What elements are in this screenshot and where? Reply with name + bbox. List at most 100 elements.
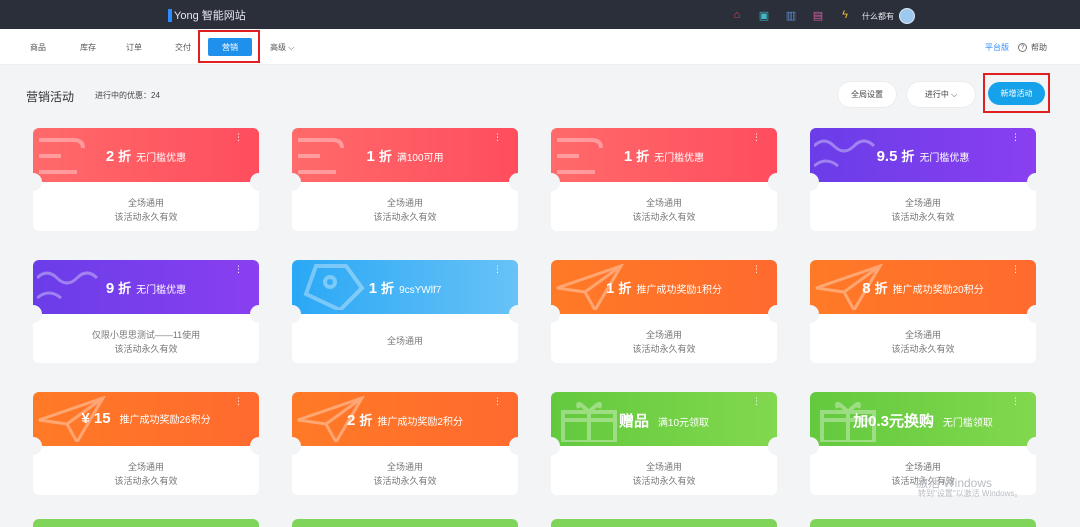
coupon-scope: 全场通用 — [386, 462, 423, 472]
coupon-scope: 全场通用 — [127, 198, 164, 208]
coupon-card-header: ⋮ 加0.3元换购 无门槛领取 — [810, 392, 1036, 446]
coupon-card[interactable]: ⋮ 8 折推广成功奖励20积分 全场通用 该活动永久有效 — [801, 260, 1045, 363]
coupon-description: 无门槛优惠 — [654, 153, 705, 164]
nav-item-advanced[interactable]: 高级 ⌵ — [270, 42, 294, 53]
store-icon[interactable]: ▣ — [755, 6, 773, 24]
more-options-icon[interactable]: ⋮ — [752, 264, 761, 275]
more-options-icon[interactable]: ⋮ — [1011, 264, 1020, 275]
more-options-icon[interactable]: ⋮ — [493, 132, 502, 143]
coupon-description: 推广成功奖励2积分 — [377, 417, 463, 428]
more-options-icon[interactable]: ⋮ — [234, 396, 243, 407]
platform-link[interactable]: 平台版 — [985, 42, 1009, 53]
nav-item-orders[interactable]: 订单 — [126, 42, 142, 53]
coupon-card-header: ⋮ 赠品 满10元领取 — [551, 392, 777, 446]
coupon-value: 1 — [368, 280, 378, 297]
nav-item-marketing[interactable]: 营销 — [208, 38, 252, 56]
user-menu[interactable]: 什么都有 — [862, 8, 915, 24]
nav-item-inventory[interactable]: 库存 — [80, 42, 96, 53]
coupon-description: 满100可用 — [396, 153, 444, 164]
coupon-description: 无门槛优惠 — [919, 153, 970, 164]
coupon-card[interactable]: ⋮ 1 折 9csYWlf7 全场通用 — [283, 260, 527, 363]
ticket-notch — [250, 305, 268, 323]
coupon-value: 加0.3元换购 — [853, 413, 934, 430]
help-link[interactable]: ? 帮助 — [1018, 42, 1047, 53]
coupon-unit: 折 — [636, 149, 650, 164]
coupon-card-body: 全场通用 该活动永久有效 — [33, 446, 259, 495]
calendar-icon[interactable]: ▤ — [809, 6, 827, 24]
ticket-notch — [24, 437, 42, 455]
coupon-card[interactable]: ⋮ 2 折推广成功奖励2积分 全场通用 该活动永久有效 — [283, 392, 527, 495]
new-activity-button[interactable]: 新增活动 — [988, 82, 1045, 105]
coupon-title: 1 折 9csYWlf7 — [292, 278, 518, 298]
ticket-notch — [509, 305, 527, 323]
coupon-scope: 全场通用 — [127, 462, 164, 472]
coupon-validity: 该活动永久有效 — [891, 212, 955, 222]
nav-item-delivery[interactable]: 交付 — [175, 42, 191, 53]
coupon-value: 1 — [366, 148, 375, 165]
coupon-card[interactable]: ⋮ 赠品 满10元领取 全场通用 该活动永久有效 — [542, 392, 786, 495]
coupon-scope: 全场通用 — [904, 330, 941, 340]
coupon-card[interactable]: ⋮ 1 折无门槛优惠 全场通用 该活动永久有效 — [542, 128, 786, 231]
coupon-card[interactable]: ⋮ 1 折满100可用 全场通用 该活动永久有效 — [283, 128, 527, 231]
coupon-description: 无门槛优惠 — [136, 285, 187, 296]
lightning-icon[interactable]: ϟ — [836, 6, 854, 24]
avatar[interactable] — [899, 8, 915, 24]
building-icon[interactable]: ▥ — [782, 6, 800, 24]
more-options-icon[interactable]: ⋮ — [1011, 132, 1020, 143]
coupon-card-body: 全场通用 该活动永久有效 — [292, 182, 518, 231]
nav-item-advanced-label: 高级 — [270, 43, 286, 52]
coupon-card[interactable]: ⋮ 9.5 折无门槛优惠 全场通用 该活动永久有效 — [801, 128, 1045, 231]
coupon-card[interactable]: ⋮ 1 折推广成功奖励1积分 全场通用 该活动永久有效 — [542, 260, 786, 363]
coupon-value: 9.5 — [876, 148, 898, 165]
coupon-validity: 该活动永久有效 — [373, 476, 437, 486]
coupon-unit: 折 — [118, 281, 132, 296]
coupon-title: 8 折推广成功奖励20积分 — [810, 278, 1036, 298]
ticket-notch — [768, 305, 786, 323]
more-options-icon[interactable]: ⋮ — [493, 396, 502, 407]
ticket-notch — [542, 173, 560, 191]
more-options-icon[interactable]: ⋮ — [752, 396, 761, 407]
ticket-notch — [1027, 305, 1045, 323]
site-logo[interactable]: Yong 智能网站 — [168, 7, 246, 23]
ticket-notch — [509, 437, 527, 455]
coupon-description: 9csYWlf7 — [399, 285, 442, 296]
ticket-notch — [509, 173, 527, 191]
ticket-notch — [768, 437, 786, 455]
coupon-card-header: ⋮ 8 折推广成功奖励20积分 — [810, 260, 1036, 314]
status-filter-dropdown[interactable]: 进行中 ⌵ — [907, 82, 975, 107]
coupon-card-body: 全场通用该活动永久有效 — [33, 182, 259, 231]
coupon-card-header: ⋮ 9 折无门槛优惠 — [33, 260, 259, 314]
more-options-icon[interactable]: ⋮ — [234, 264, 243, 275]
coupon-scope: 全场通用 — [904, 198, 941, 208]
more-options-icon[interactable]: ⋮ — [1011, 396, 1020, 407]
global-settings-button[interactable]: 全局设置 — [838, 82, 896, 107]
coupon-card[interactable]: ⋮ ¥ 15 推广成功奖励26积分全场通用 该活动永久有效 — [24, 392, 268, 495]
more-options-icon[interactable]: ⋮ — [752, 132, 761, 143]
coupon-unit: 折 — [618, 281, 632, 296]
home-icon[interactable]: ⌂ — [728, 6, 746, 24]
coupon-description: 无门槛优惠 — [136, 153, 187, 164]
coupon-description: 无门槛领取 — [942, 418, 993, 429]
coupon-description: 推广成功奖励20积分 — [892, 285, 984, 296]
top-bar: Yong 智能网站 ⌂ ▣ ▥ ▤ ϟ 什么都有 — [0, 0, 1080, 29]
ticket-notch — [542, 437, 560, 455]
coupon-validity: 该活动永久有效 — [632, 212, 696, 222]
nav-item-products[interactable]: 商品 — [30, 42, 46, 53]
coupon-value: 8 — [862, 280, 871, 297]
ticket-notch — [801, 305, 819, 323]
coupon-validity: 该活动永久有效 — [114, 212, 178, 222]
coupon-card-partial — [551, 519, 777, 527]
coupon-card-header: ⋮ 1 折推广成功奖励1积分 — [551, 260, 777, 314]
coupon-title: ¥ 15 推广成功奖励26积分 — [33, 410, 259, 428]
coupon-card[interactable]: ⋮ 2 折无门槛优惠 全场通用 该活动永久有效 — [24, 128, 268, 231]
ticket-notch — [24, 173, 42, 191]
more-options-icon[interactable]: ⋮ — [234, 132, 243, 143]
coupon-value: 2 — [105, 148, 115, 165]
coupon-validity: 该活动永久有效 — [632, 344, 696, 354]
coupon-title: 9 折无门槛优惠 — [33, 278, 259, 298]
page-title: 营销活动 — [26, 90, 75, 104]
logo-mark-icon — [168, 8, 172, 22]
ticket-notch — [283, 437, 301, 455]
more-options-icon[interactable]: ⋮ — [493, 264, 502, 275]
coupon-card[interactable]: ⋮ 9 折无门槛优惠 仅限小思思测试——11使用 该活动永久有效 — [24, 260, 268, 363]
